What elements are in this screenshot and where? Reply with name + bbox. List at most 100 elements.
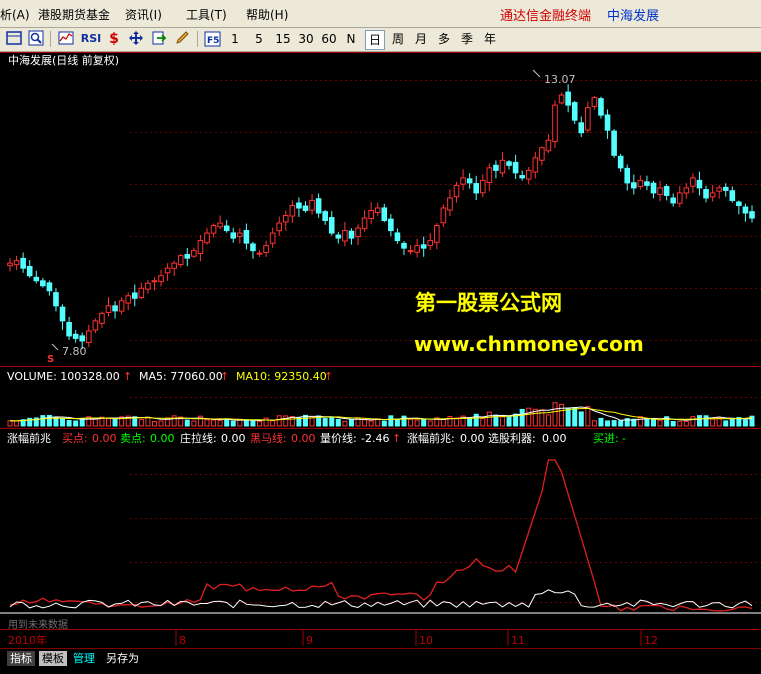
indicator-red-line [9,459,753,612]
move-icon[interactable] [127,30,145,48]
period-5min[interactable]: 5 [252,30,266,48]
volume-bar [342,420,348,427]
volume-bar [7,420,13,427]
period-30min[interactable]: 30 [297,30,315,48]
volume-bar [605,420,611,427]
liangjia-arrow: ↑ [392,432,401,445]
candle-body [342,230,348,242]
candle-body [690,177,696,187]
volume-bar [703,415,709,427]
menu-info[interactable]: 资讯(I) [125,6,162,23]
volume-bar [322,418,328,427]
volume-bar [158,420,164,427]
candle-body [611,130,617,156]
volume-bar [211,419,217,427]
candle-body [125,295,131,304]
pencil-icon[interactable] [173,30,191,48]
candle-body [85,330,92,344]
zoom-icon[interactable] [27,30,45,48]
candle-body [552,104,558,142]
period-multi[interactable]: 多 [435,30,453,48]
volume-label: VOLUME: 100328.00 [7,370,120,383]
candle-body [434,225,440,243]
heima-line-label: 黑马线: [250,431,287,445]
period-1min[interactable]: 1 [228,30,242,48]
period-season[interactable]: 季 [458,30,476,48]
candle-body [670,197,677,204]
candle-body [46,282,53,292]
line-chart-icon[interactable] [57,30,75,48]
toolbar-separator [50,31,51,47]
candle-body [374,207,381,214]
candle-body [79,335,86,342]
tab-indicator[interactable]: 指标 [7,651,35,666]
candle-body [72,333,79,339]
candle-body [519,175,525,179]
candle-body [591,97,598,107]
volume-bar [14,420,20,427]
candle-body [709,192,716,198]
candle-body [388,218,394,232]
export-icon[interactable] [150,30,168,48]
chart-area[interactable]: 中海发展(日线 前复权) 13.07 7.80 S 第一股票公式网 www.ch… [0,52,761,648]
candle-body [578,122,585,134]
volume-bar [73,420,79,427]
candle-body [105,305,112,313]
candle-body [650,182,657,194]
tab-template[interactable]: 模板 [39,651,67,666]
candle-body [493,164,499,171]
buy-point-label: 买点: [62,432,88,445]
candle-body [742,206,749,214]
period-n[interactable]: N [344,30,358,48]
volume-bar [250,420,256,427]
candle-body [479,179,486,194]
high-price-label: 13.07 [544,73,576,86]
volume-bar [171,415,177,427]
menu-tools[interactable]: 工具(T) [186,6,227,23]
candle-body [460,177,466,185]
menu-analysis[interactable]: 析(A) [0,6,30,23]
period-60min[interactable]: 60 [320,30,338,48]
menu-hk-futures-funds[interactable]: 港股期货基金 [38,6,110,23]
tab-manage[interactable]: 管理 [70,651,98,666]
rsi-icon[interactable]: RSI [80,30,102,48]
volume-bar [401,415,407,427]
volume-bar [105,418,111,427]
candle-body [210,225,217,234]
high-marker-line [532,69,541,78]
layout-icon[interactable] [5,30,23,48]
candle-body [545,139,552,152]
candle-body [722,186,729,191]
candle-body [315,198,322,214]
tab-save-as[interactable]: 另存为 [103,651,142,666]
candle-body [217,222,223,228]
candlestick-series [7,84,755,350]
volume-bar [414,419,420,427]
volume-bar [545,414,551,427]
period-month[interactable]: 月 [412,30,430,48]
menu-help[interactable]: 帮助(H) [246,6,288,23]
volume-bar [283,415,289,427]
candle-body [604,114,611,131]
dollar-icon[interactable]: $ [105,30,123,48]
time-label-oct: 10 [419,634,433,647]
candle-body [617,155,624,169]
candle-body [66,321,72,337]
candle-body [204,232,210,244]
candle-body [644,181,650,186]
candle-body [663,186,670,196]
toolbar: RSI $ F5 1 5 15 30 60 N 日 周 月 多 季 年 [0,28,761,52]
volume-bar [348,419,354,427]
volume-bar [230,420,236,427]
period-week[interactable]: 周 [389,30,407,48]
candle-body [184,253,191,259]
period-day[interactable]: 日 [365,30,385,50]
f5-icon[interactable]: F5 [204,30,222,48]
candle-body [269,232,276,244]
volume-bar [440,418,446,427]
period-year[interactable]: 年 [481,30,499,48]
volume-bar [368,420,374,427]
chart-canvas[interactable]: 中海发展(日线 前复权) 13.07 7.80 S 第一股票公式网 www.ch… [0,52,761,648]
period-15min[interactable]: 15 [274,30,292,48]
candle-body [92,320,99,331]
